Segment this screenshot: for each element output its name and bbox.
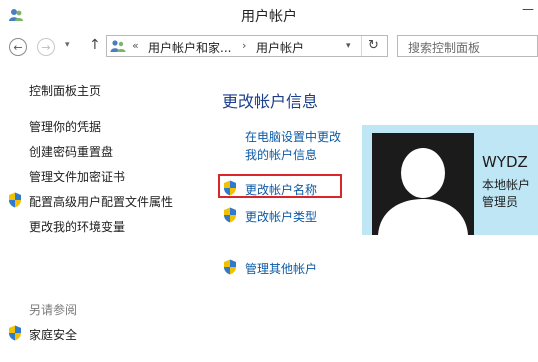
up-button[interactable]: ↑	[89, 37, 101, 53]
highlight-annotation	[218, 174, 342, 198]
see-also-family-safety[interactable]: 家庭安全	[29, 326, 77, 343]
address-dropdown-icon[interactable]: ▾	[346, 41, 351, 51]
user-name: WYDZ	[482, 153, 528, 171]
user-silhouette-icon	[378, 148, 468, 235]
sidebar-manage-credentials[interactable]: 管理你的凭据	[29, 118, 101, 135]
uac-shield-icon	[9, 325, 21, 341]
forward-button[interactable]: →	[37, 38, 55, 56]
control-panel-location-icon	[110, 40, 126, 52]
address-divider	[361, 36, 362, 56]
avatar	[372, 133, 474, 235]
sidebar-create-reset-disk[interactable]: 创建密码重置盘	[29, 143, 113, 160]
see-also-heading: 另请参阅	[29, 303, 78, 317]
breadcrumb-user-accounts-family[interactable]: 用户帐户和家...	[148, 39, 231, 56]
breadcrumb-user-accounts[interactable]: 用户帐户	[256, 39, 304, 56]
refresh-icon[interactable]: ↻	[368, 38, 379, 53]
sidebar-control-panel-home[interactable]: 控制面板主页	[29, 82, 101, 99]
window-title: 用户帐户	[241, 9, 297, 25]
breadcrumb-separator-icon[interactable]: ›	[242, 39, 246, 52]
sidebar-environment-variables[interactable]: 更改我的环境变量	[29, 218, 125, 235]
pc-settings-link-line2[interactable]: 我的帐户信息	[245, 146, 317, 163]
account-type: 本地帐户	[482, 178, 531, 192]
uac-shield-icon	[224, 207, 236, 223]
pc-settings-link[interactable]: 在电脑设置中更改	[245, 128, 341, 145]
back-button[interactable]: ←	[9, 38, 27, 56]
uac-shield-icon	[9, 192, 21, 208]
account-role: 管理员	[482, 195, 519, 209]
recent-locations-dropdown-icon[interactable]: ▾	[65, 40, 70, 50]
sidebar-advanced-profile-properties[interactable]: 配置高级用户配置文件属性	[29, 193, 173, 210]
change-account-type-link[interactable]: 更改帐户类型	[245, 208, 317, 225]
uac-shield-icon	[224, 259, 236, 275]
search-placeholder[interactable]: 搜索控制面板	[408, 39, 480, 56]
address-overflow-icon[interactable]: «	[132, 39, 139, 52]
page-title: 更改帐户信息	[222, 92, 319, 111]
manage-other-accounts-link[interactable]: 管理其他帐户	[245, 260, 317, 277]
sidebar-file-encryption-certs[interactable]: 管理文件加密证书	[29, 168, 125, 185]
minimize-button[interactable]: —	[518, 2, 538, 18]
